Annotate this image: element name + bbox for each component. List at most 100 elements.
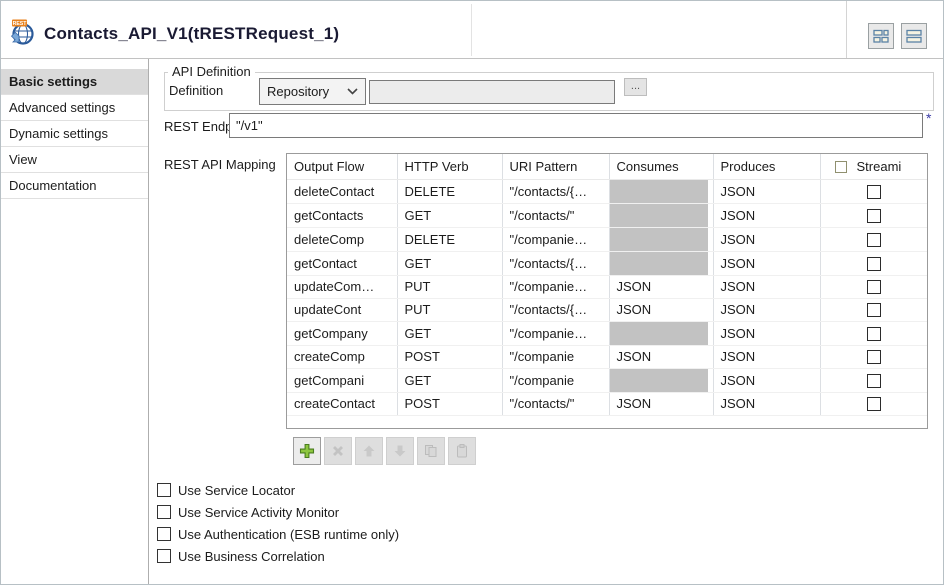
cell-uri-pattern[interactable]: "/contacts/"	[502, 203, 609, 227]
table-row[interactable]: deleteComp DELETE "/companie… JSON	[287, 227, 927, 251]
sidebar-tab-basic-settings[interactable]: Basic settings	[1, 69, 148, 95]
streaming-checkbox[interactable]	[867, 280, 881, 294]
option-checkbox[interactable]	[157, 527, 171, 541]
cell-consumes[interactable]: JSON	[609, 345, 713, 368]
cell-http-verb[interactable]: PUT	[397, 298, 502, 321]
cell-streaming[interactable]	[820, 227, 927, 251]
cell-produces[interactable]: JSON	[713, 251, 820, 275]
sidebar-tab-view[interactable]: View	[1, 147, 148, 173]
cell-streaming[interactable]	[820, 392, 927, 415]
option-checkbox[interactable]	[157, 505, 171, 519]
cell-streaming[interactable]	[820, 251, 927, 275]
tile-layout-button[interactable]	[868, 23, 894, 49]
cell-streaming[interactable]	[820, 298, 927, 321]
cell-consumes[interactable]	[609, 321, 713, 345]
option-row[interactable]: Use Service Activity Monitor	[157, 501, 399, 523]
cell-uri-pattern[interactable]: "/contacts/{…	[502, 298, 609, 321]
browse-button[interactable]: ...	[624, 78, 647, 96]
option-row[interactable]: Use Authentication (ESB runtime only)	[157, 523, 399, 545]
table-row[interactable]: createComp POST "/companie JSON JSON	[287, 345, 927, 368]
option-row[interactable]: Use Service Locator	[157, 479, 399, 501]
cell-output-flow[interactable]: updateCont	[287, 298, 397, 321]
column-header-uri-pattern[interactable]: URI Pattern	[502, 154, 609, 179]
cell-uri-pattern[interactable]: "/companie…	[502, 227, 609, 251]
cell-consumes[interactable]	[609, 368, 713, 392]
option-checkbox[interactable]	[157, 549, 171, 563]
cell-http-verb[interactable]: GET	[397, 251, 502, 275]
streaming-checkbox[interactable]	[867, 233, 881, 247]
cell-streaming[interactable]	[820, 275, 927, 298]
copy-button[interactable]	[417, 437, 445, 465]
cell-consumes[interactable]	[609, 251, 713, 275]
cell-output-flow[interactable]: updateCom…	[287, 275, 397, 298]
cell-consumes[interactable]: JSON	[609, 275, 713, 298]
cell-streaming[interactable]	[820, 368, 927, 392]
cell-uri-pattern[interactable]: "/companie…	[502, 321, 609, 345]
option-row[interactable]: Use Business Correlation	[157, 545, 399, 567]
cell-produces[interactable]: JSON	[713, 392, 820, 415]
definition-value-field[interactable]	[369, 80, 615, 104]
delete-row-button[interactable]	[324, 437, 352, 465]
cell-http-verb[interactable]: POST	[397, 345, 502, 368]
table-row[interactable]: createContact POST "/contacts/" JSON JSO…	[287, 392, 927, 415]
table-row[interactable]: getContacts GET "/contacts/" JSON	[287, 203, 927, 227]
cell-produces[interactable]: JSON	[713, 179, 820, 203]
table-row[interactable]: updateCont PUT "/contacts/{… JSON JSON	[287, 298, 927, 321]
cell-produces[interactable]: JSON	[713, 227, 820, 251]
cell-uri-pattern[interactable]: "/contacts/{…	[502, 179, 609, 203]
sidebar-tab-documentation[interactable]: Documentation	[1, 173, 148, 199]
cell-produces[interactable]: JSON	[713, 345, 820, 368]
streaming-checkbox[interactable]	[867, 350, 881, 364]
cell-output-flow[interactable]: deleteContact	[287, 179, 397, 203]
cell-consumes[interactable]	[609, 179, 713, 203]
table-row[interactable]: getContact GET "/contacts/{… JSON	[287, 251, 927, 275]
table-row[interactable]: getCompany GET "/companie… JSON	[287, 321, 927, 345]
definition-mode-select[interactable]: Repository	[259, 78, 366, 105]
cell-streaming[interactable]	[820, 179, 927, 203]
column-header-output-flow[interactable]: Output Flow	[287, 154, 397, 179]
paste-button[interactable]	[448, 437, 476, 465]
sidebar-tab-dynamic-settings[interactable]: Dynamic settings	[1, 121, 148, 147]
cell-uri-pattern[interactable]: "/contacts/{…	[502, 251, 609, 275]
cell-output-flow[interactable]: getContacts	[287, 203, 397, 227]
streaming-checkbox[interactable]	[867, 209, 881, 223]
cell-streaming[interactable]	[820, 203, 927, 227]
cell-http-verb[interactable]: GET	[397, 368, 502, 392]
cell-consumes[interactable]: JSON	[609, 392, 713, 415]
cell-produces[interactable]: JSON	[713, 321, 820, 345]
cell-output-flow[interactable]: getCompany	[287, 321, 397, 345]
cell-produces[interactable]: JSON	[713, 203, 820, 227]
cell-consumes[interactable]	[609, 203, 713, 227]
table-row[interactable]: getCompani GET "/companie JSON	[287, 368, 927, 392]
move-up-button[interactable]	[355, 437, 383, 465]
move-down-button[interactable]	[386, 437, 414, 465]
column-header-produces[interactable]: Produces	[713, 154, 820, 179]
cell-produces[interactable]: JSON	[713, 275, 820, 298]
cell-output-flow[interactable]: createContact	[287, 392, 397, 415]
cell-output-flow[interactable]: getCompani	[287, 368, 397, 392]
streaming-checkbox[interactable]	[867, 185, 881, 199]
cell-uri-pattern[interactable]: "/companie…	[502, 275, 609, 298]
cell-output-flow[interactable]: getContact	[287, 251, 397, 275]
add-row-button[interactable]	[293, 437, 321, 465]
streaming-checkbox[interactable]	[867, 327, 881, 341]
table-row[interactable]: updateCom… PUT "/companie… JSON JSON	[287, 275, 927, 298]
rest-endpoint-input[interactable]	[229, 113, 923, 138]
cell-output-flow[interactable]: createComp	[287, 345, 397, 368]
cell-http-verb[interactable]: DELETE	[397, 179, 502, 203]
cell-produces[interactable]: JSON	[713, 368, 820, 392]
streaming-checkbox[interactable]	[867, 303, 881, 317]
cell-http-verb[interactable]: POST	[397, 392, 502, 415]
option-checkbox[interactable]	[157, 483, 171, 497]
cell-uri-pattern[interactable]: "/companie	[502, 345, 609, 368]
table-row[interactable]: deleteContact DELETE "/contacts/{… JSON	[287, 179, 927, 203]
streaming-header-checkbox[interactable]	[835, 161, 847, 173]
sidebar-tab-advanced-settings[interactable]: Advanced settings	[1, 95, 148, 121]
cell-streaming[interactable]	[820, 345, 927, 368]
cell-http-verb[interactable]: DELETE	[397, 227, 502, 251]
cell-output-flow[interactable]: deleteComp	[287, 227, 397, 251]
streaming-checkbox[interactable]	[867, 397, 881, 411]
row-layout-button[interactable]	[901, 23, 927, 49]
column-header-streaming[interactable]: Streami	[820, 154, 927, 179]
cell-uri-pattern[interactable]: "/companie	[502, 368, 609, 392]
